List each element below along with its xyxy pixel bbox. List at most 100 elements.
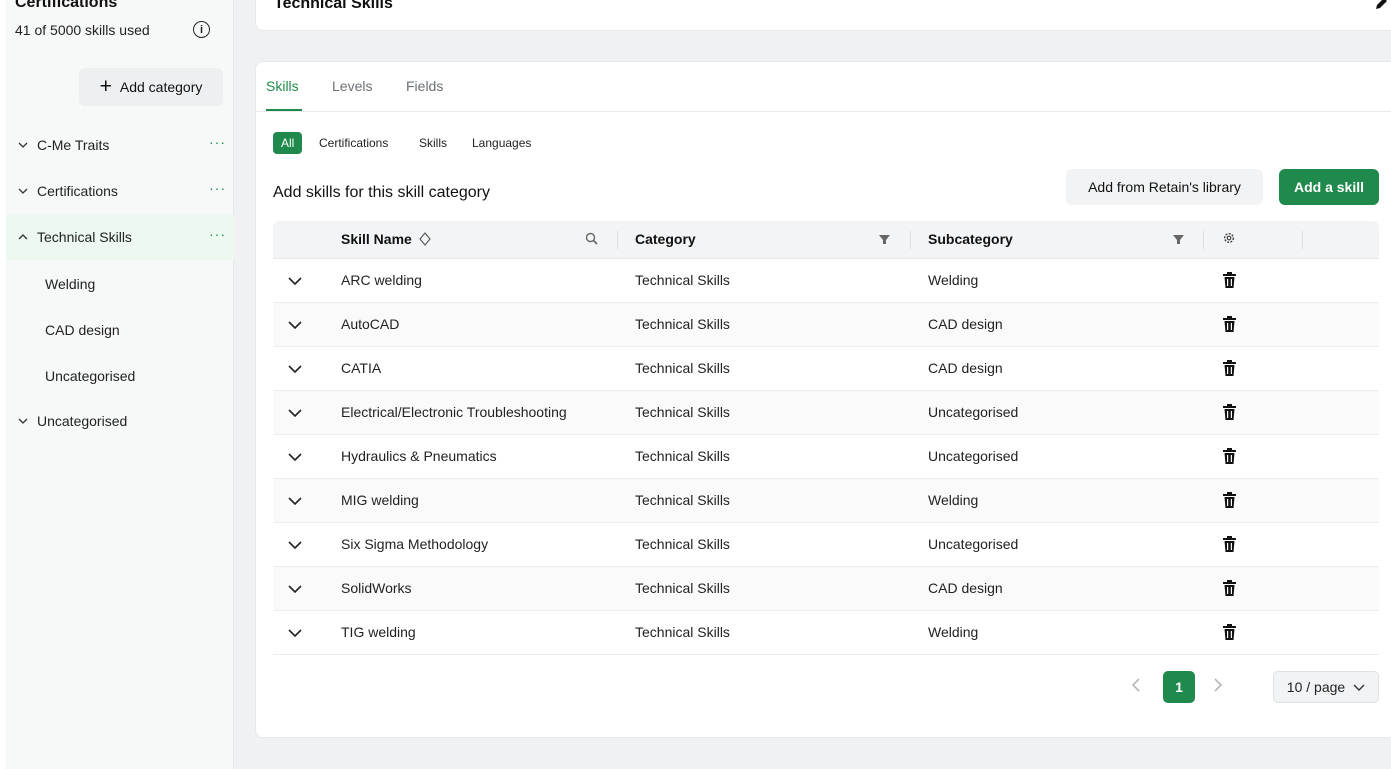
next-page-button[interactable] [1213,678,1223,697]
skill-name-cell: Electrical/Electronic Troubleshooting [341,404,567,420]
table-row[interactable]: Electrical/Electronic Troubleshooting Tec… [273,391,1379,435]
filter-all[interactable]: All [273,132,303,154]
sidebar-subitem-welding[interactable]: Welding [45,276,95,292]
trash-icon[interactable] [1223,492,1236,508]
skill-name-cell: ARC welding [341,272,422,288]
category-cell: Technical Skills [635,404,730,420]
sidebar-item-uncategorised[interactable]: Uncategorised [6,398,234,444]
category-cell: Technical Skills [635,448,730,464]
add-category-button[interactable]: + Add category [79,68,223,106]
prev-page-button[interactable] [1131,678,1141,697]
category-cell: Technical Skills [635,580,730,596]
subcategory-cell: Uncategorised [928,448,1019,464]
subcategory-cell: CAD design [928,580,1003,596]
add-from-library-button[interactable]: Add from Retain's library [1066,169,1263,205]
page-title: Technical Skills [274,0,393,12]
filter-languages[interactable]: Languages [472,132,531,154]
more-menu-icon[interactable]: ··· [209,134,226,150]
table-row[interactable]: SolidWorks Technical Skills CAD design [273,567,1379,611]
expand-row-icon[interactable] [287,361,303,377]
expand-row-icon[interactable] [287,449,303,465]
skill-name-cell: MIG welding [341,492,419,508]
filter-icon[interactable] [879,232,890,250]
subcategory-cell: Uncategorised [928,536,1019,552]
sort-icon[interactable] [419,231,431,249]
plus-icon: + [99,74,112,98]
trash-icon[interactable] [1223,272,1236,288]
subcategory-cell: Welding [928,492,979,508]
expand-row-icon[interactable] [287,405,303,421]
subcategory-cell: Welding [928,624,979,640]
column-divider [1302,231,1303,249]
category-cell: Technical Skills [635,492,730,508]
trash-icon[interactable] [1223,536,1236,552]
sidebar-item-c-me-traits[interactable]: C-Me Traits ··· [6,122,234,168]
chevron-up-icon[interactable] [6,232,37,242]
trash-icon[interactable] [1223,404,1236,420]
expand-row-icon[interactable] [287,625,303,641]
column-header-skill-name[interactable]: Skill Name [341,231,431,249]
sidebar-title: Certifications [15,0,118,11]
trash-icon[interactable] [1223,580,1236,596]
page-size-select[interactable]: 10 / page [1273,671,1379,703]
table-header: Skill Name Category Subcategory [273,221,1379,259]
table-row[interactable]: Six Sigma Methodology Technical Skills Unc… [273,523,1379,567]
table-row[interactable]: CATIA Technical Skills CAD design [273,347,1379,391]
sidebar-item-technical-skills[interactable]: Technical Skills ··· [6,214,234,260]
chevron-down-icon[interactable] [6,140,37,150]
tab-fields[interactable]: Fields [406,78,443,94]
subcategory-cell: Uncategorised [928,404,1019,420]
category-cell: Technical Skills [635,360,730,376]
column-header-subcategory: Subcategory [928,231,1013,247]
category-cell: Technical Skills [635,536,730,552]
skills-usage-text: 41 of 5000 skills used [15,22,150,38]
chevron-down-icon [1353,679,1365,695]
more-menu-icon[interactable]: ··· [209,226,226,242]
chevron-down-icon[interactable] [6,416,37,426]
sidebar-subitem-cad-design[interactable]: CAD design [45,322,120,338]
tab-skills[interactable]: Skills [266,78,299,94]
column-header-category: Category [635,231,696,247]
category-header-card: Technical Skills [255,0,1391,31]
filter-skills[interactable]: Skills [419,132,447,154]
sidebar-subitem-uncategorised[interactable]: Uncategorised [45,368,135,384]
table-row[interactable]: AutoCAD Technical Skills CAD design [273,303,1379,347]
section-title: Add skills for this skill category [273,184,490,201]
expand-row-icon[interactable] [287,273,303,289]
page-size-value: 10 / page [1286,679,1346,695]
column-divider [1203,231,1204,249]
table-row[interactable]: MIG welding Technical Skills Welding [273,479,1379,523]
chevron-down-icon[interactable] [6,186,37,196]
expand-row-icon[interactable] [287,537,303,553]
subcategory-cell: CAD design [928,316,1003,332]
trash-icon[interactable] [1223,316,1236,332]
table-row[interactable]: Hydraulics & Pneumatics Technical Skills U… [273,435,1379,479]
gear-icon[interactable] [1222,231,1236,250]
more-menu-icon[interactable]: ··· [209,180,226,196]
category-cell: Technical Skills [635,272,730,288]
skills-panel: Skills Levels Fields All Certifications … [255,61,1391,738]
table-row[interactable]: TIG welding Technical Skills Welding [273,611,1379,655]
filter-icon[interactable] [1173,232,1184,250]
expand-row-icon[interactable] [287,493,303,509]
sidebar-item-certifications[interactable]: Certifications ··· [6,168,234,214]
table-row[interactable]: ARC welding Technical Skills Welding [273,259,1379,303]
filter-certifications[interactable]: Certifications [319,132,388,154]
subcategory-cell: CAD design [928,360,1003,376]
edit-icon[interactable] [1374,0,1388,16]
subcategory-cell: Welding [928,272,979,288]
add-skill-button[interactable]: Add a skill [1279,169,1379,205]
add-category-label: Add category [119,79,203,95]
active-tab-indicator [266,109,302,111]
trash-icon[interactable] [1223,624,1236,640]
trash-icon[interactable] [1223,360,1236,376]
expand-row-icon[interactable] [287,317,303,333]
sidebar-item-label: Technical Skills [37,229,132,245]
tab-levels[interactable]: Levels [332,78,372,94]
page-number-button[interactable]: 1 [1163,671,1195,703]
trash-icon[interactable] [1223,448,1236,464]
skill-name-cell: Six Sigma Methodology [341,536,489,552]
info-icon[interactable]: i [193,21,210,38]
search-icon[interactable] [585,232,598,250]
expand-row-icon[interactable] [287,581,303,597]
